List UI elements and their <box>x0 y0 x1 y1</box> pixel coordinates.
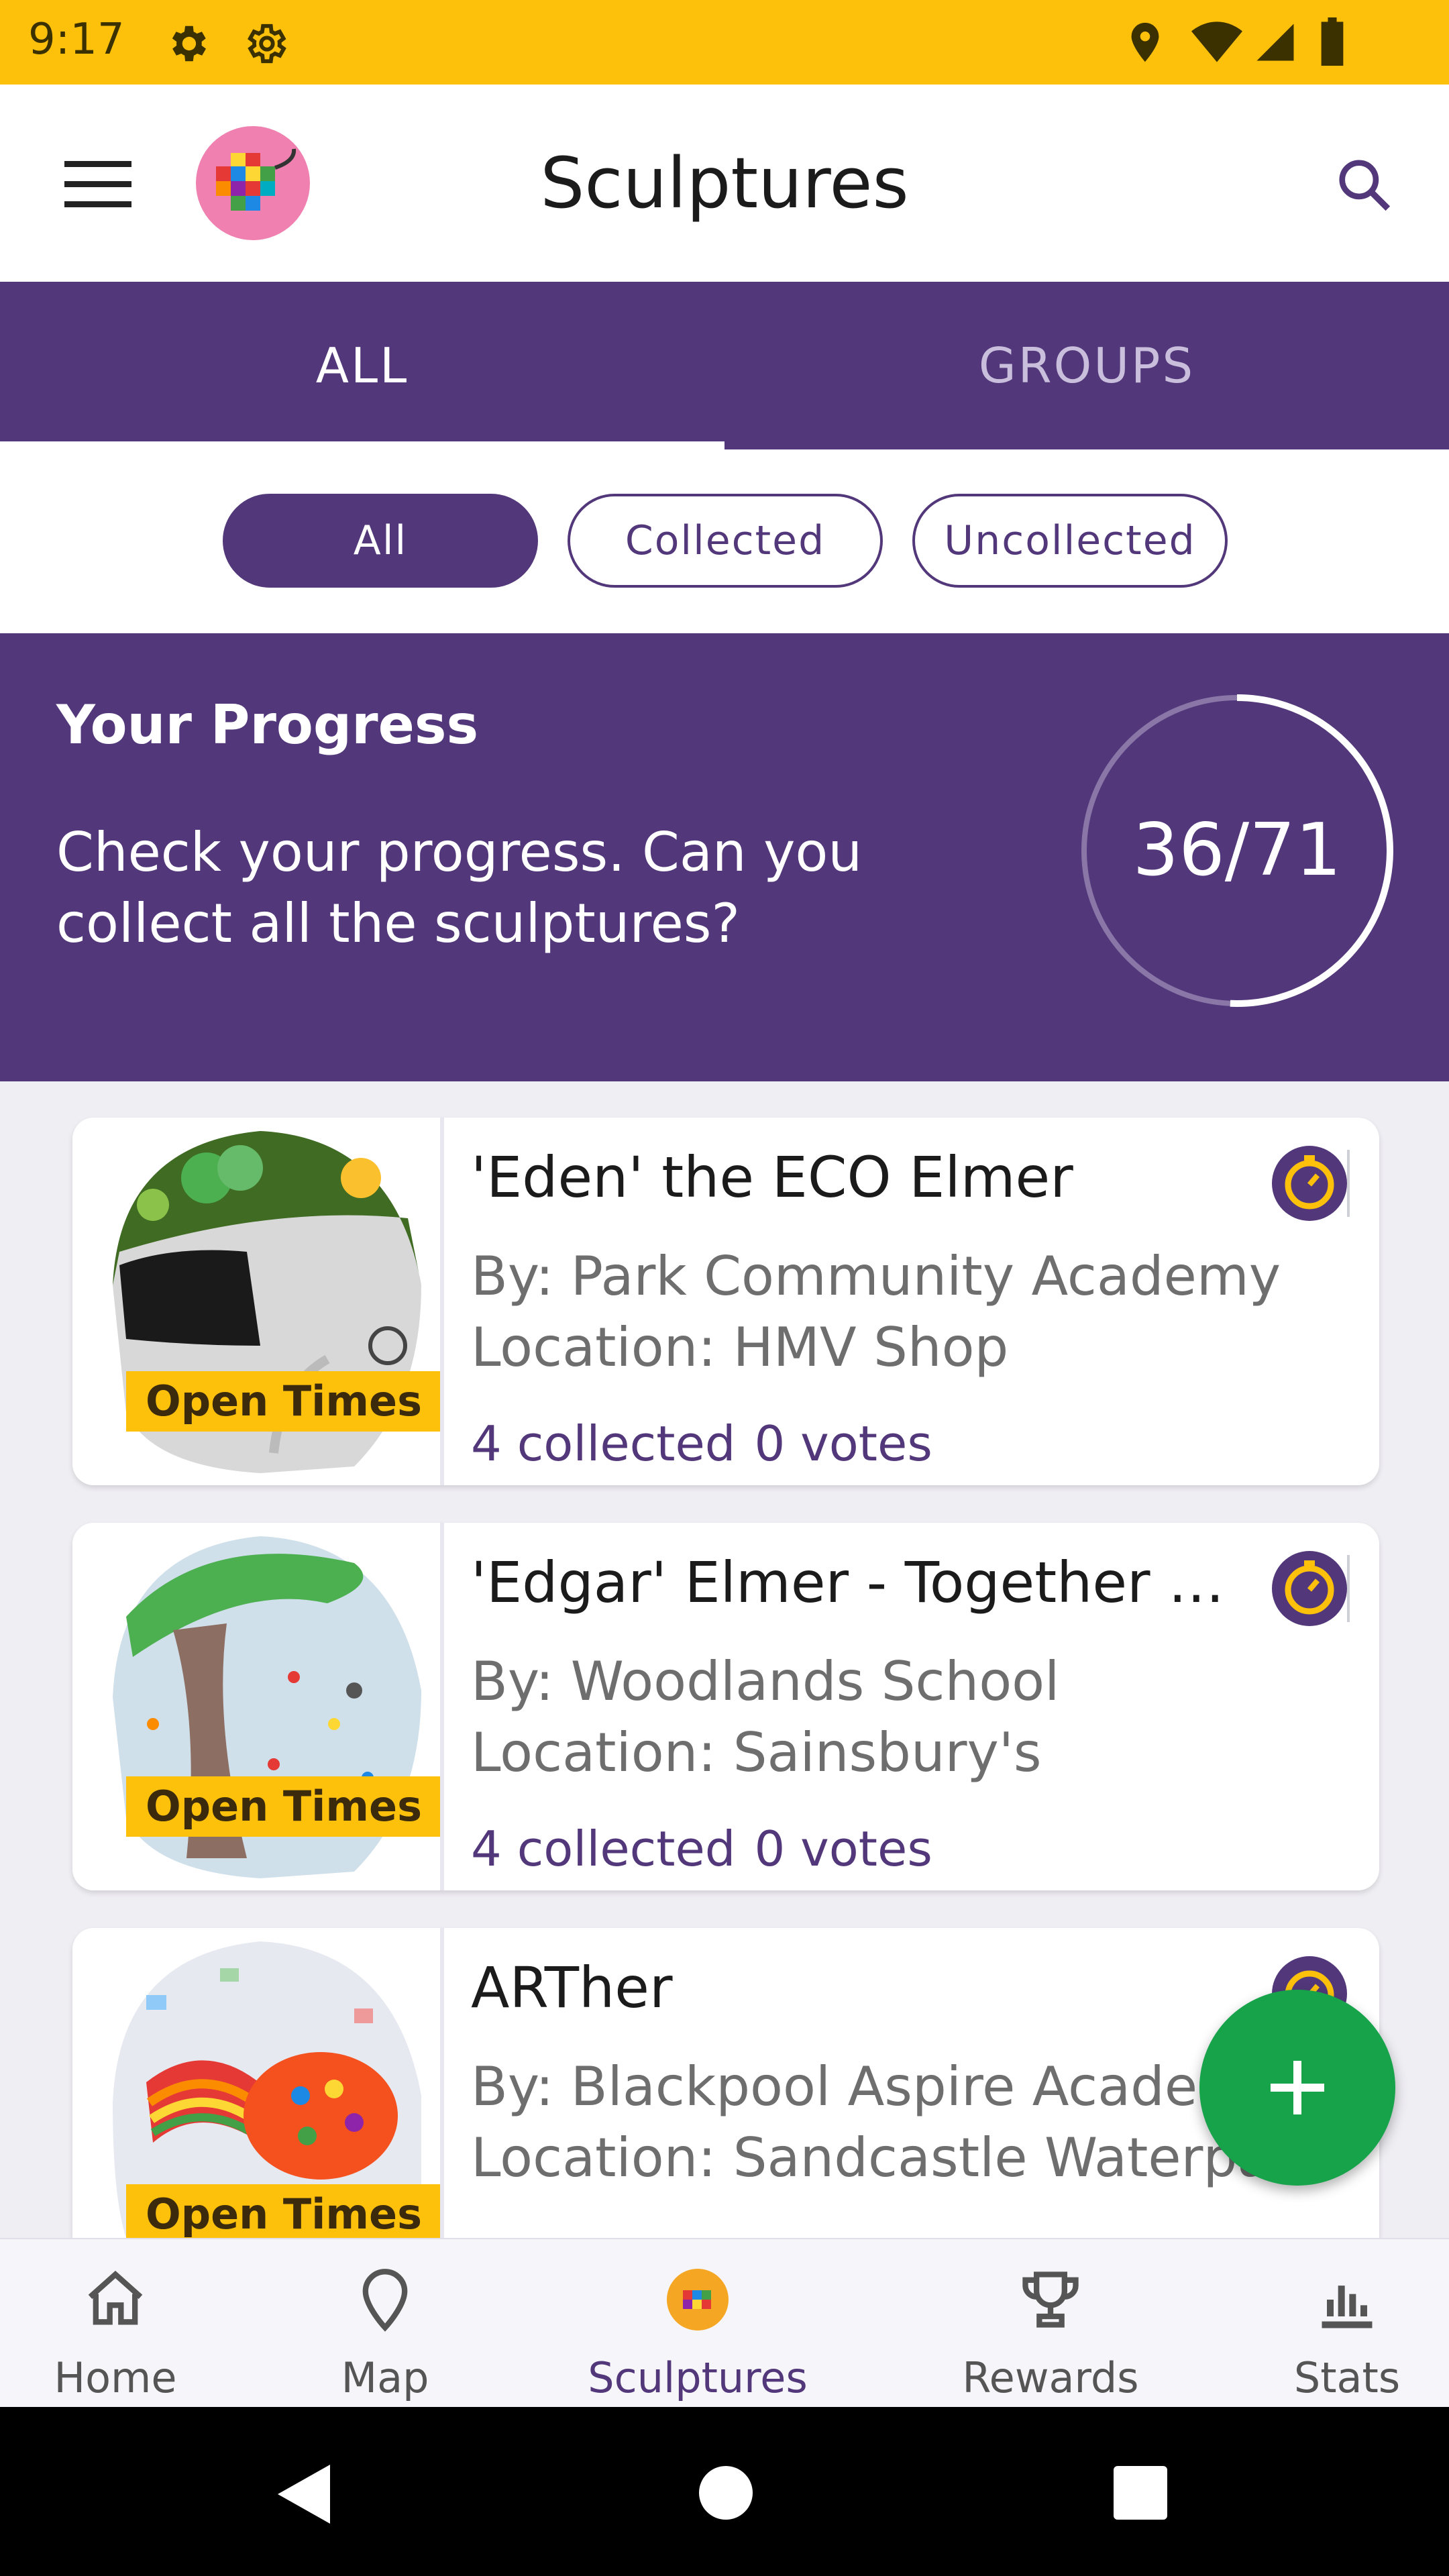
add-button[interactable] <box>1199 1990 1395 2186</box>
status-time: 9:17 <box>28 15 125 64</box>
nav-home[interactable]: Home <box>0 2239 231 2408</box>
sculpture-artist: By: Blackpool Aspire Academy <box>471 2055 1282 2118</box>
progress-panel: Your Progress Check your progress. Can y… <box>0 633 1449 1081</box>
recents-icon[interactable] <box>1112 2465 1169 2521</box>
bottom-navigation: Home Map Sculptures Rewards Stats <box>0 2238 1449 2408</box>
app-bar: Sculptures <box>0 85 1449 282</box>
battery-icon <box>1321 17 1344 66</box>
status-bar: 9:17 <box>0 0 1449 85</box>
sculpture-card[interactable]: Open Times 'Eden' the ECO Elmer By: Park… <box>72 1118 1379 1485</box>
timer-icon[interactable] <box>1271 1144 1348 1222</box>
nav-stats[interactable]: Stats <box>1261 2239 1433 2408</box>
home-circle-icon[interactable] <box>698 2465 754 2521</box>
sculpture-card[interactable]: Open Times ARTher By: Blackpool Aspire A… <box>72 1928 1379 2238</box>
sculpture-stats: 4 collected 0 votes <box>471 1415 951 1472</box>
filter-collected-chip[interactable]: Collected <box>568 494 883 588</box>
signal-icon <box>1256 23 1294 61</box>
collected-count: 4 collected <box>471 1821 736 1877</box>
system-navigation-bar <box>0 2407 1449 2576</box>
stats-icon <box>1322 2286 1373 2328</box>
collected-count: 4 collected <box>471 1415 736 1472</box>
nav-rewards-label: Rewards <box>962 2353 1139 2402</box>
card-action-separator <box>1347 1150 1350 1217</box>
nav-rewards[interactable]: Rewards <box>936 2239 1165 2408</box>
timer-icon[interactable] <box>1271 1550 1348 1627</box>
open-times-badge[interactable]: Open Times <box>126 2184 441 2238</box>
sculpture-name: ARTher <box>471 1955 673 2021</box>
page-title: Sculptures <box>540 142 909 224</box>
nav-sculptures-label: Sculptures <box>588 2353 808 2402</box>
progress-count: 36/71 <box>1132 808 1342 892</box>
sculpture-stats: 4 collected 0 votes <box>471 1821 951 1877</box>
card-divider <box>440 1928 444 2238</box>
progress-title: Your Progress <box>56 694 479 756</box>
votes-count: 0 votes <box>754 1415 932 1472</box>
gear-outline-icon <box>248 23 286 64</box>
sculpture-location: Location: Sainsbury's <box>471 1721 1042 1784</box>
nav-sculptures[interactable]: Sculptures <box>577 2239 818 2408</box>
gear-icon <box>172 25 206 62</box>
location-icon <box>1131 22 1159 62</box>
sculpture-card[interactable]: Open Times 'Edgar' Elmer - Together We .… <box>72 1523 1379 1890</box>
sculpture-artist: By: Woodlands School <box>471 1650 1060 1713</box>
filter-uncollected-chip[interactable]: Uncollected <box>912 494 1228 588</box>
nav-map[interactable]: Map <box>284 2239 486 2408</box>
sculpture-location: Location: Sandcastle Waterpark <box>471 2127 1303 2189</box>
trophy-icon <box>1022 2271 1079 2328</box>
filter-bar: All Collected Uncollected <box>0 449 1449 633</box>
tab-groups[interactable]: GROUPS <box>724 282 1449 449</box>
tab-indicator <box>0 441 724 449</box>
sculptures-icon <box>667 2269 729 2330</box>
nav-home-label: Home <box>54 2353 177 2402</box>
home-icon <box>88 2270 143 2325</box>
tab-bar: ALL GROUPS <box>0 282 1449 449</box>
votes-count: 0 votes <box>754 1821 932 1877</box>
back-icon[interactable] <box>274 2462 334 2526</box>
open-times-badge[interactable]: Open Times <box>126 1371 441 1432</box>
nav-map-label: Map <box>341 2353 429 2402</box>
search-icon[interactable] <box>1335 156 1393 213</box>
nav-stats-label: Stats <box>1293 2353 1401 2402</box>
plus-icon <box>1271 2061 1324 2114</box>
card-action-separator <box>1347 1555 1350 1622</box>
progress-ring: 36/71 <box>1076 690 1398 1012</box>
sculpture-name: 'Eden' the ECO Elmer <box>471 1144 1073 1210</box>
tab-all[interactable]: ALL <box>0 282 724 449</box>
sculpture-artist: By: Park Community Academy <box>471 1245 1281 1307</box>
filter-all-chip[interactable]: All <box>223 494 538 588</box>
wifi-icon <box>1191 21 1242 62</box>
sculpture-location: Location: HMV Shop <box>471 1316 1009 1379</box>
open-times-badge[interactable]: Open Times <box>126 1776 441 1837</box>
sculpture-name: 'Edgar' Elmer - Together We ... <box>471 1550 1263 1615</box>
progress-description: Check your progress. Can you collect all… <box>56 821 863 955</box>
card-divider <box>440 1523 444 1890</box>
map-pin-icon <box>362 2269 408 2332</box>
card-divider <box>440 1118 444 1485</box>
